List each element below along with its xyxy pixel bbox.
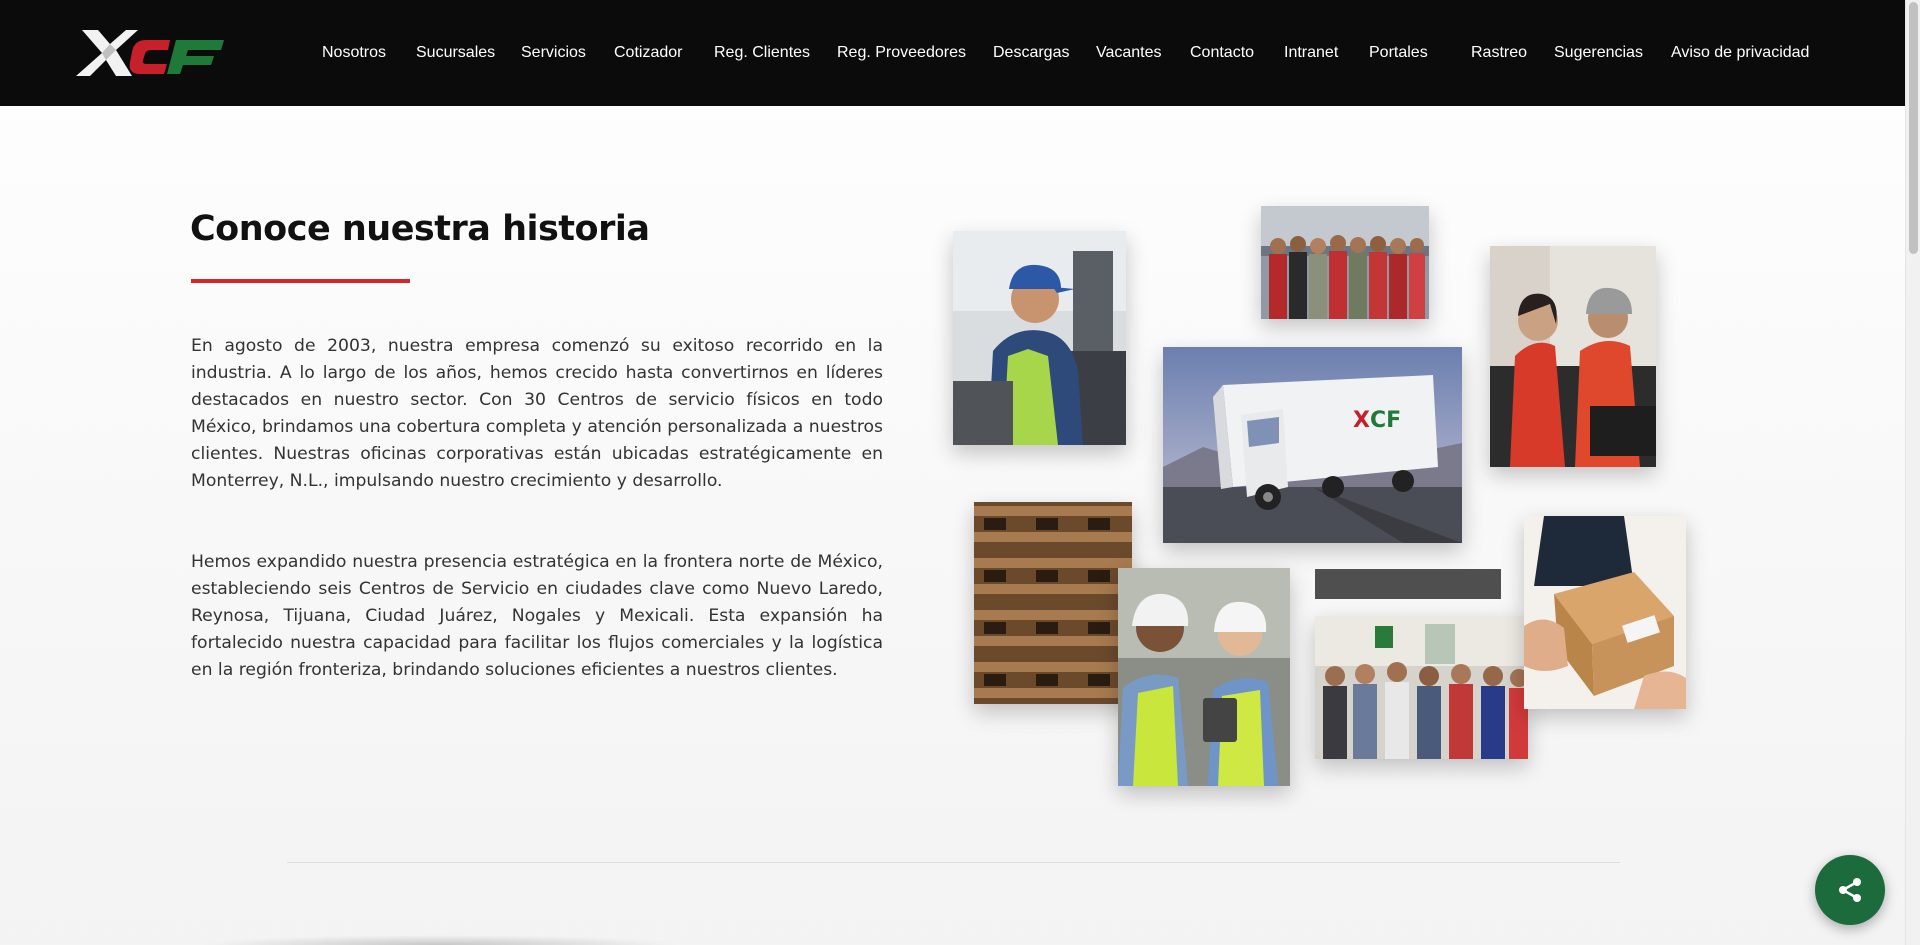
wooden-pallets-photo: [974, 502, 1132, 704]
team-group-photo: [1261, 206, 1429, 319]
next-section-shadow: [200, 935, 680, 945]
nav-portales[interactable]: Portales: [1369, 43, 1428, 63]
truck-highway-photo: X CF: [1163, 347, 1462, 543]
page-scrollbar[interactable]: [1905, 0, 1920, 945]
site-header: Nosotros Sucursales Servicios Cotizador …: [0, 0, 1905, 106]
nav-intranet[interactable]: Intranet: [1284, 43, 1338, 63]
svg-text:CF: CF: [1370, 408, 1401, 433]
nav-nosotros[interactable]: Nosotros: [322, 43, 386, 63]
nav-reg-proveedores[interactable]: Reg. Proveedores: [837, 43, 966, 63]
nav-contacto[interactable]: Contacto: [1190, 43, 1254, 63]
history-title: Conoce nuestra historia: [190, 209, 650, 249]
section-divider: [287, 862, 1620, 863]
nav-vacantes[interactable]: Vacantes: [1096, 43, 1162, 63]
warehouse-workers-photo: [1490, 246, 1656, 467]
main-nav: Nosotros Sucursales Servicios Cotizador …: [0, 43, 1905, 65]
nav-rastreo[interactable]: Rastreo: [1471, 43, 1527, 63]
history-paragraph-2: Hemos expandido nuestra presencia estrat…: [191, 552, 883, 680]
nav-cotizador[interactable]: Cotizador: [614, 43, 682, 63]
scrollbar-thumb[interactable]: [1909, 2, 1918, 254]
meeting-room-photo: [1315, 616, 1528, 759]
nav-sugerencias[interactable]: Sugerencias: [1554, 43, 1643, 63]
svg-text:X: X: [1353, 408, 1370, 433]
nav-servicios[interactable]: Servicios: [521, 43, 586, 63]
nav-descargas[interactable]: Descargas: [993, 43, 1069, 63]
nav-aviso-privacidad[interactable]: Aviso de privacidad: [1671, 43, 1809, 63]
nav-reg-clientes[interactable]: Reg. Clientes: [714, 43, 810, 63]
title-underline: [191, 279, 410, 283]
delivery-package-photo: [1524, 516, 1686, 709]
history-paragraph-1: En agosto de 2003, nuestra empresa comen…: [191, 336, 883, 491]
image-placeholder-bar: [1315, 569, 1501, 599]
forklift-operator-photo: [953, 231, 1126, 445]
engineers-hardhats-photo: [1118, 568, 1290, 786]
nav-sucursales[interactable]: Sucursales: [416, 43, 495, 63]
share-icon: [1839, 878, 1861, 902]
share-button[interactable]: [1815, 855, 1885, 925]
